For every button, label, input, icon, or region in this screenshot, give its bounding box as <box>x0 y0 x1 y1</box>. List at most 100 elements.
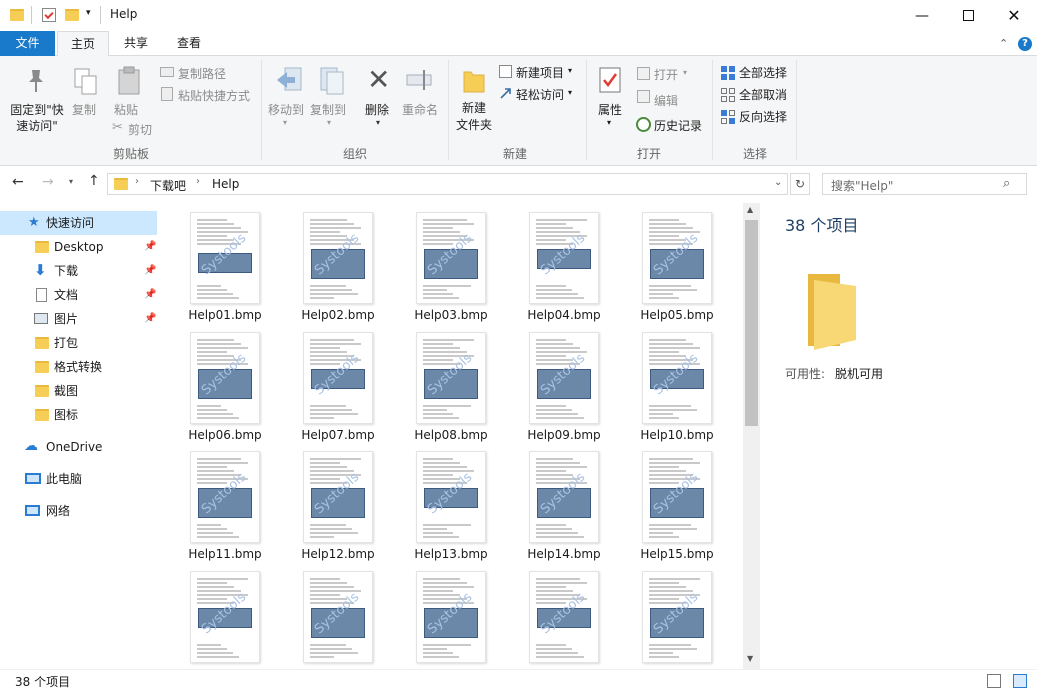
copy-button[interactable]: 复制 <box>72 101 96 118</box>
new-folder-button[interactable]: 新建 文件夹 <box>456 100 492 134</box>
back-icon[interactable]: ← <box>12 174 24 190</box>
collapse-ribbon-icon[interactable]: ⌃ <box>999 37 1008 50</box>
move-to-button[interactable]: 移动到 <box>268 101 304 118</box>
file-item[interactable]: SystoolsHelp15.bmp <box>627 450 727 566</box>
nav-item-folder[interactable]: 截图 <box>0 379 157 403</box>
forward-icon[interactable]: → <box>42 174 54 190</box>
open-button[interactable]: 打开 <box>654 66 678 83</box>
help-icon[interactable]: ? <box>1018 37 1032 51</box>
refresh-button[interactable]: ↻ <box>790 173 810 195</box>
tab-file[interactable]: 文件 <box>0 31 55 56</box>
nav-quick-access[interactable]: ★ 快速访问 <box>0 211 157 235</box>
select-all-button[interactable]: 全部选择 <box>739 64 787 81</box>
thumbnail-line <box>197 656 239 658</box>
cut-button[interactable]: 剪切 <box>128 121 152 138</box>
history-button[interactable]: 历史记录 <box>654 117 702 134</box>
pin-icon[interactable]: 📌 <box>144 259 156 283</box>
delete-button[interactable]: 删除 <box>365 101 389 118</box>
select-none-button[interactable]: 全部取消 <box>739 86 787 103</box>
file-item[interactable]: SystoolsHelp04.bmp <box>514 211 614 327</box>
nav-item-folder[interactable]: 格式转换 <box>0 355 157 379</box>
select-none-icon <box>721 88 735 102</box>
easy-access-button[interactable]: 轻松访问 <box>516 86 564 103</box>
pin-quick-access-button[interactable]: 固定到"快 速访问" <box>8 102 66 134</box>
properties-button[interactable]: 属性 <box>598 101 622 118</box>
up-icon[interactable]: ↑ <box>88 173 100 189</box>
thumbnail-line <box>310 293 358 295</box>
file-item[interactable]: SystoolsHelp13.bmp <box>401 450 501 566</box>
nav-item-folder[interactable]: 打包 <box>0 331 157 355</box>
search-icon[interactable]: ⌕ <box>1003 176 1010 191</box>
minimize-button[interactable]: — <box>899 0 945 31</box>
scroll-up-icon[interactable]: ▲ <box>747 205 753 214</box>
new-folder-quick-icon[interactable] <box>65 9 79 21</box>
address-bar[interactable]: › 下载吧 › Help ⌄ <box>107 173 788 195</box>
file-thumbnail: Systools <box>416 332 486 424</box>
scrollbar-thumb[interactable] <box>745 220 758 426</box>
file-item[interactable]: Systools <box>175 570 275 669</box>
file-item[interactable]: SystoolsHelp14.bmp <box>514 450 614 566</box>
paste-icon <box>117 66 141 96</box>
file-thumbnail: Systools <box>303 451 373 543</box>
thumbnail-line <box>649 466 679 468</box>
details-view-icon[interactable] <box>987 674 1001 688</box>
search-input[interactable]: 搜索"Help" ⌕ <box>822 173 1027 195</box>
thumbnail-line <box>197 355 234 357</box>
maximize-button[interactable] <box>945 0 991 31</box>
new-item-button[interactable]: 新建项目 <box>516 64 564 81</box>
rename-button[interactable]: 重命名 <box>402 101 438 118</box>
nav-item-documents[interactable]: 文档 📌 <box>0 283 157 307</box>
tab-share[interactable]: 共享 <box>112 31 160 56</box>
nav-onedrive[interactable]: ☁ OneDrive <box>0 435 157 459</box>
tab-home[interactable]: 主页 <box>57 31 109 57</box>
file-name: Help06.bmp <box>175 428 275 442</box>
chevron-right-icon[interactable]: › <box>135 176 139 187</box>
file-item[interactable]: SystoolsHelp06.bmp <box>175 331 275 447</box>
file-thumbnail: Systools <box>416 571 486 663</box>
pin-icon[interactable]: 📌 <box>144 307 156 331</box>
file-item[interactable]: SystoolsHelp01.bmp <box>175 211 275 327</box>
copy-path-button[interactable]: 复制路径 <box>178 65 226 82</box>
file-item[interactable]: SystoolsHelp03.bmp <box>401 211 501 327</box>
breadcrumb-item[interactable]: Help <box>212 177 239 191</box>
nav-item-folder[interactable]: 图标 <box>0 403 157 427</box>
pin-icon[interactable]: 📌 <box>144 235 156 259</box>
nav-item-pictures[interactable]: 图片 📌 <box>0 307 157 331</box>
file-item[interactable]: SystoolsHelp02.bmp <box>288 211 388 327</box>
scroll-down-icon[interactable]: ▼ <box>747 654 753 663</box>
file-item[interactable]: Systools <box>514 570 614 669</box>
tab-view[interactable]: 查看 <box>163 31 215 56</box>
nav-network[interactable]: 网络 <box>0 499 157 523</box>
file-item[interactable]: Systools <box>627 570 727 669</box>
file-item[interactable]: SystoolsHelp12.bmp <box>288 450 388 566</box>
file-item[interactable]: Systools <box>288 570 388 669</box>
nav-item-downloads[interactable]: ⬇ 下载 📌 <box>0 259 157 283</box>
file-name: Help14.bmp <box>514 547 614 561</box>
paste-shortcut-button[interactable]: 粘贴快捷方式 <box>178 87 250 104</box>
file-item[interactable]: SystoolsHelp08.bmp <box>401 331 501 447</box>
chevron-down-icon[interactable]: ▾ <box>86 8 91 25</box>
chevron-down-icon[interactable]: ⌄ <box>774 177 782 188</box>
invert-selection-button[interactable]: 反向选择 <box>739 108 787 125</box>
file-item[interactable]: SystoolsHelp07.bmp <box>288 331 388 447</box>
large-icons-view-icon[interactable] <box>1013 674 1027 688</box>
breadcrumb-item[interactable]: 下载吧 <box>150 177 186 194</box>
file-item[interactable]: SystoolsHelp11.bmp <box>175 450 275 566</box>
thumbnail-line <box>649 470 686 472</box>
chevron-down-icon[interactable]: ▾ <box>69 177 73 186</box>
edit-button[interactable]: 编辑 <box>654 92 678 109</box>
nav-this-pc[interactable]: 此电脑 <box>0 467 157 491</box>
paste-button[interactable]: 粘贴 <box>114 101 138 118</box>
thumbnail-line <box>649 413 673 415</box>
file-item[interactable]: SystoolsHelp05.bmp <box>627 211 727 327</box>
file-item[interactable]: Systools <box>401 570 501 669</box>
pin-icon[interactable]: 📌 <box>144 283 156 307</box>
file-item[interactable]: SystoolsHelp10.bmp <box>627 331 727 447</box>
file-item[interactable]: SystoolsHelp09.bmp <box>514 331 614 447</box>
copy-to-button[interactable]: 复制到 <box>310 101 346 118</box>
vertical-scrollbar[interactable]: ▲ ▼ <box>743 203 760 669</box>
chevron-right-icon[interactable]: › <box>196 176 200 187</box>
properties-quick-icon[interactable] <box>42 8 56 22</box>
nav-item-desktop[interactable]: Desktop 📌 <box>0 235 157 259</box>
close-button[interactable]: ✕ <box>991 0 1037 31</box>
